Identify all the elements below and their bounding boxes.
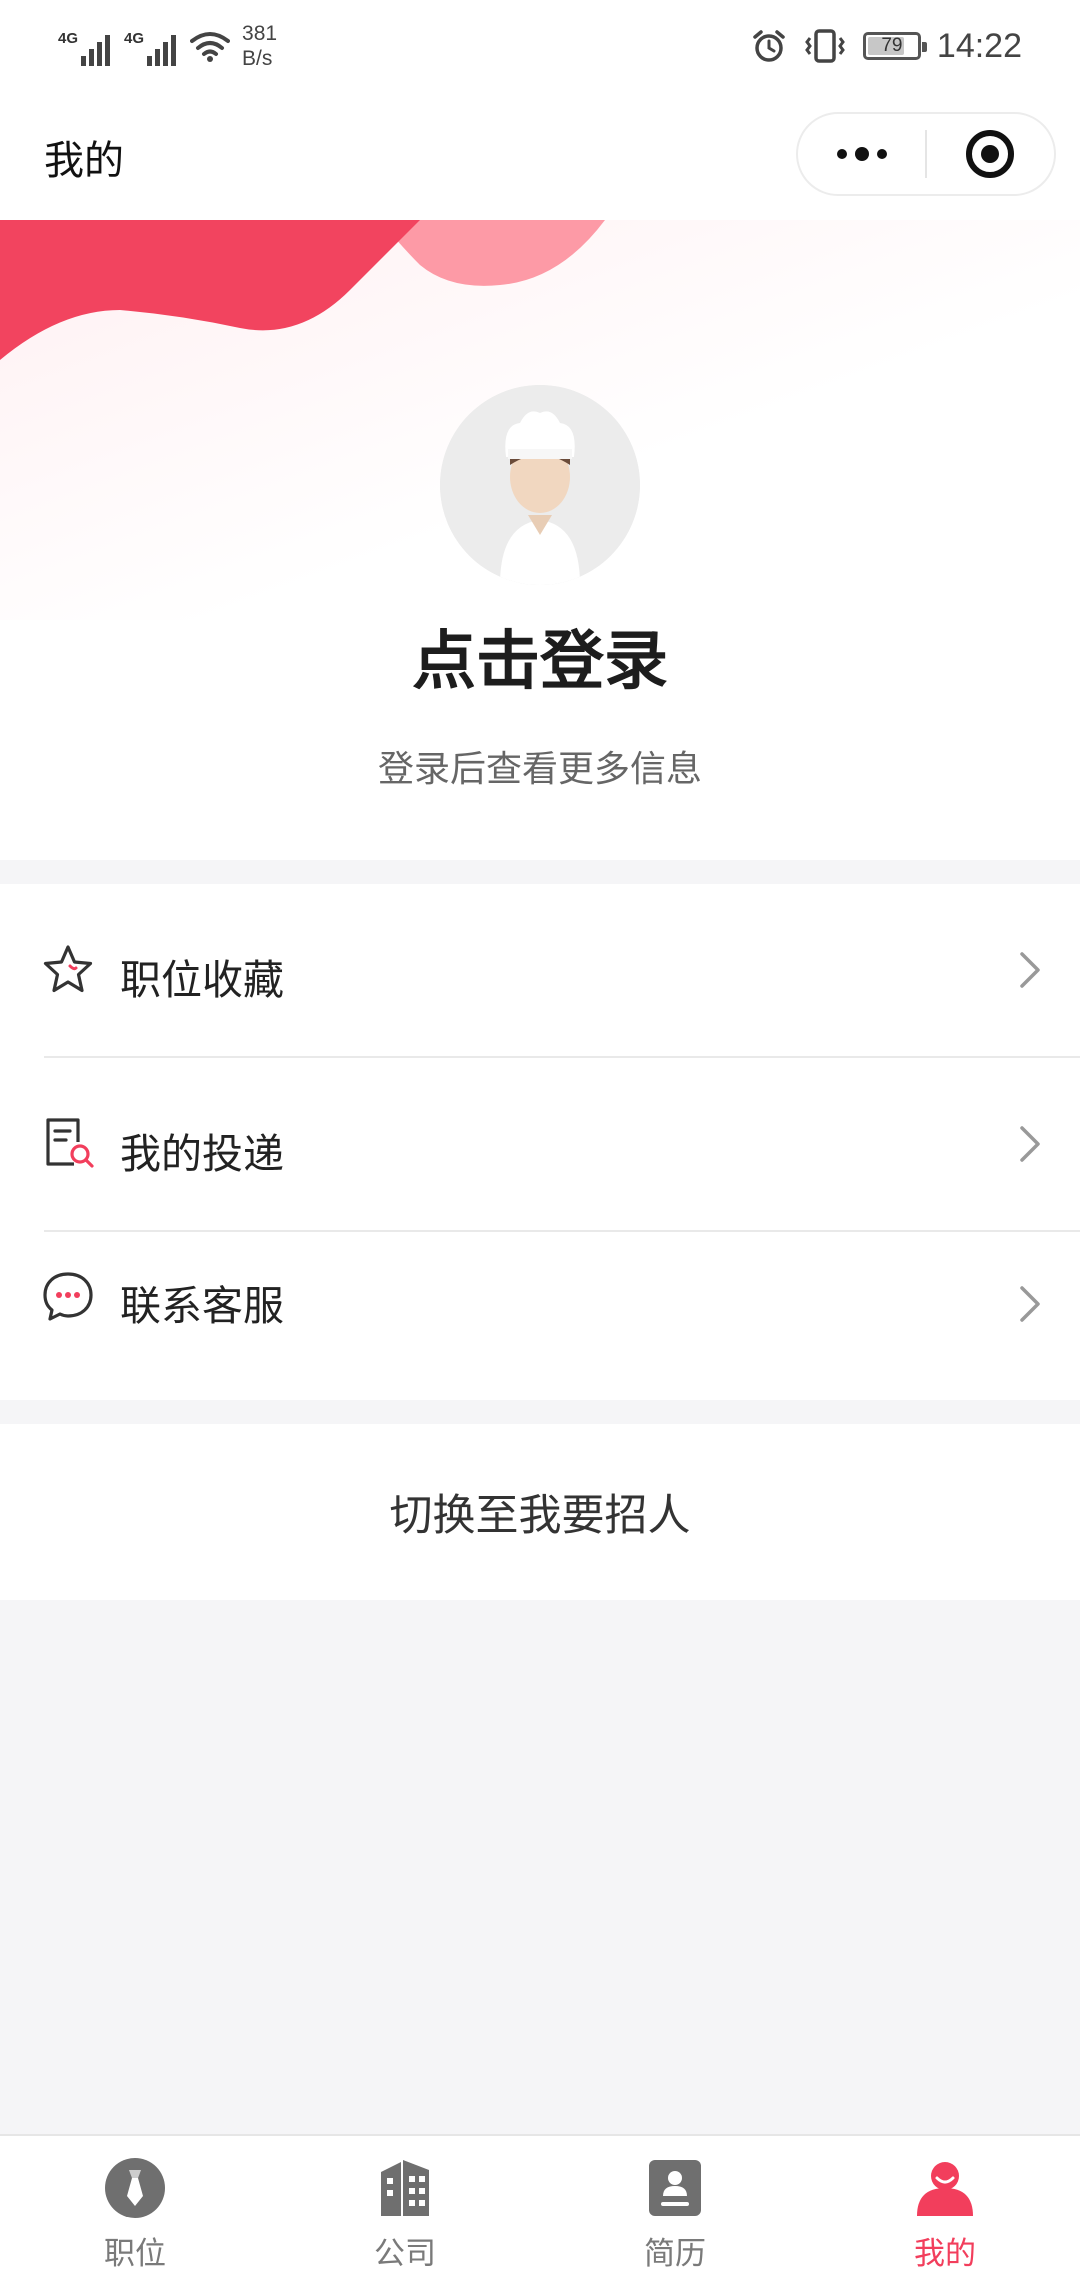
menu-item-label: 职位收藏 bbox=[120, 956, 284, 1004]
login-button[interactable]: 点击登录 bbox=[0, 610, 1080, 702]
login-subtitle: 登录后查看更多信息 bbox=[377, 749, 702, 790]
mini-program-capsule bbox=[796, 112, 1056, 196]
network-type-label: 4G bbox=[124, 30, 145, 47]
signal-bars-icon bbox=[81, 32, 111, 66]
more-button[interactable] bbox=[798, 114, 925, 194]
network-type-label: 4G bbox=[58, 30, 79, 47]
star-icon bbox=[43, 945, 93, 993]
tab-label: 简历 bbox=[644, 2236, 706, 2272]
speed-unit: B/s bbox=[242, 47, 273, 70]
speed-value: 381 bbox=[242, 22, 278, 45]
menu-item-job-favorites[interactable]: 职位收藏 bbox=[0, 884, 1080, 1056]
network-speed: 381 B/s bbox=[242, 21, 277, 71]
tab-resume[interactable]: 简历 bbox=[540, 2136, 810, 2280]
target-icon bbox=[966, 130, 1015, 178]
signal-bars-icon bbox=[147, 32, 177, 66]
menu-item-label: 联系客服 bbox=[120, 1282, 284, 1330]
tab-mine[interactable]: 我的 bbox=[810, 2136, 1080, 2280]
close-mini-program-button[interactable] bbox=[927, 114, 1054, 194]
resume-icon bbox=[649, 2160, 701, 2216]
alarm-icon bbox=[753, 30, 785, 62]
wifi-icon bbox=[190, 32, 231, 62]
vibrate-icon bbox=[805, 29, 845, 63]
building-icon bbox=[381, 2160, 429, 2216]
tab-label: 职位 bbox=[104, 2236, 166, 2272]
avatar[interactable] bbox=[440, 385, 640, 585]
switch-to-recruiter-button[interactable]: 切换至我要招人 bbox=[0, 1424, 1080, 1600]
tab-label: 我的 bbox=[914, 2236, 976, 2272]
navigation-bar: 我的 bbox=[0, 92, 1080, 220]
chevron-right-icon bbox=[1020, 1286, 1040, 1322]
battery-icon: 79 bbox=[862, 32, 927, 60]
tie-icon bbox=[105, 2158, 165, 2218]
chat-bubble-icon bbox=[43, 1272, 93, 1321]
document-search-icon bbox=[46, 1118, 94, 1168]
menu-list: 职位收藏 我的投递 联系客服 bbox=[0, 884, 1080, 1400]
signal-indicator-2: 4G bbox=[124, 26, 177, 66]
profile-header: 点击登录 登录后查看更多信息 bbox=[0, 220, 1080, 860]
tab-label: 公司 bbox=[374, 2236, 436, 2272]
menu-item-customer-service[interactable]: 联系客服 bbox=[0, 1232, 1080, 1400]
chef-avatar-icon bbox=[440, 385, 640, 585]
clock: 14:22 bbox=[936, 26, 1022, 65]
battery-level: 79 bbox=[881, 35, 903, 56]
chevron-right-icon bbox=[1020, 1126, 1040, 1162]
menu-item-label: 我的投递 bbox=[120, 1130, 284, 1178]
chevron-right-icon bbox=[1020, 952, 1040, 988]
tab-jobs[interactable]: 职位 bbox=[0, 2136, 270, 2280]
more-dots-icon bbox=[836, 147, 887, 161]
tab-company[interactable]: 公司 bbox=[270, 2136, 540, 2280]
status-left: 4G 4G 381 B/s bbox=[58, 18, 277, 74]
status-right: 79 14:22 bbox=[751, 18, 1022, 74]
person-icon bbox=[917, 2162, 973, 2216]
signal-indicator-1: 4G bbox=[58, 26, 111, 66]
status-bar: 4G 4G 381 B/s 79 14:22 bbox=[0, 0, 1080, 92]
page-title: 我的 bbox=[44, 138, 124, 184]
switch-role-label: 切换至我要招人 bbox=[389, 1491, 691, 1541]
menu-item-my-applications[interactable]: 我的投递 bbox=[0, 1058, 1080, 1230]
tab-bar: 职位 公司 简历 我的 bbox=[0, 2134, 1080, 2280]
